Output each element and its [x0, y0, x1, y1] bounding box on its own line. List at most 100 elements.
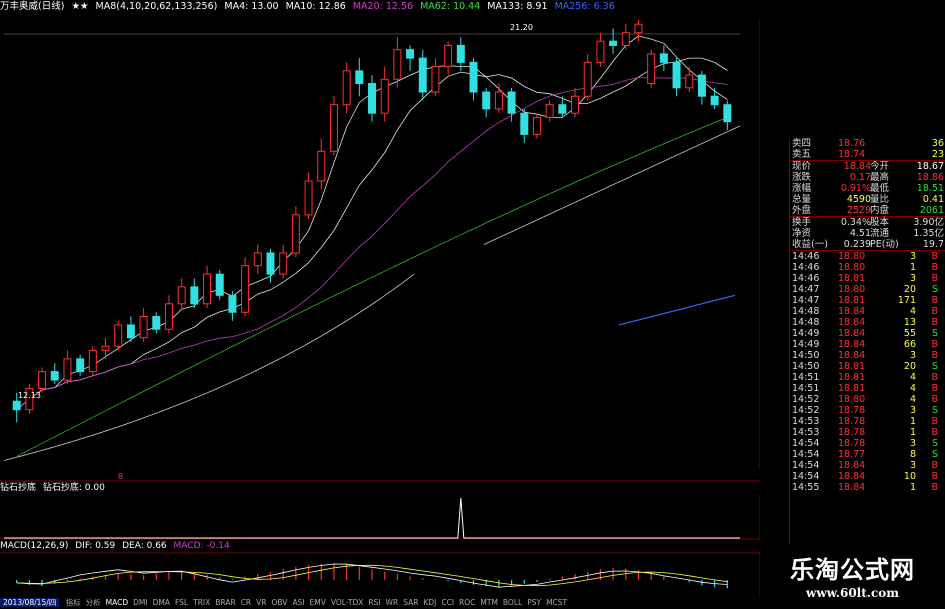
- tick-row: 14:54 18.78 3 S: [792, 438, 938, 449]
- indicator-tab-asi[interactable]: ASI: [292, 598, 304, 607]
- indicator-chart[interactable]: 1.000.500.00: [0, 494, 760, 540]
- indicator-tab-kdj[interactable]: KDJ: [423, 598, 436, 607]
- indicator-tab-cr[interactable]: CR: [241, 598, 251, 607]
- candle-body: [241, 265, 250, 313]
- indicator-tab-bar: 2013/08/15/四 指标 分析 MACD DMI DMA FSL TRIX BRAR CR…: [0, 597, 760, 609]
- stats2-row: 收益(一) 0.239 PE(动) 19.7: [792, 239, 944, 250]
- candle-body: [494, 91, 503, 110]
- tick-row: 14:52 18.80 4 B: [792, 394, 938, 405]
- macd-chart[interactable]: 0.00: [0, 552, 760, 598]
- tick-row: 14:53 18.78 1 B: [792, 416, 938, 427]
- tick-row: 14:54 18.84 3 B: [792, 460, 938, 471]
- low-price-label: 12.13: [18, 391, 41, 400]
- indicator-tab-vol-tdx[interactable]: VOL-TDX: [331, 598, 363, 607]
- candle-body: [228, 294, 237, 313]
- ma20-value: MA20: 12.56: [352, 1, 414, 12]
- candle-body: [520, 112, 529, 135]
- macd-value: MACD: -0.14: [173, 541, 230, 551]
- volume-marker: 8: [118, 472, 123, 481]
- candle-body: [279, 252, 288, 275]
- tick-row: 14:55 18.84 1 B: [792, 482, 938, 493]
- tick-row: 14:46 18.80 3 B: [792, 251, 938, 262]
- indicator-tab-mtm[interactable]: MTM: [480, 598, 498, 607]
- ma133-line: [3, 125, 741, 461]
- candle-body: [609, 40, 618, 46]
- quote-panel: 卖四 18.76 36 卖五 18.74 23 现价 18.84 今开 18.67 涨跌 0.17 最…: [789, 138, 945, 544]
- macd-grid: [0, 552, 760, 598]
- indicator-tab-brar[interactable]: BRAR: [215, 598, 235, 607]
- stats-row: 外盘 2529 内盘 2061: [792, 205, 944, 216]
- candle-body: [507, 91, 516, 114]
- candle-body: [88, 349, 97, 373]
- chart-header: 万丰奥威(日线) ★★ MA8(4,10,20,62,133,256) MA4:…: [0, 0, 760, 14]
- candle-body: [431, 66, 440, 93]
- tick-row: 14:47 18.80 20 S: [792, 284, 938, 295]
- indicator-tab-psy[interactable]: PSY: [527, 598, 541, 607]
- candle-body: [482, 91, 491, 110]
- indicator-tab-obv[interactable]: OBV: [271, 598, 287, 607]
- ma256-value: MA256: 6.36: [554, 1, 615, 12]
- indicator-tab-emv[interactable]: EMV: [310, 598, 326, 607]
- candle-body: [38, 371, 47, 390]
- indicator-tab-rsi[interactable]: RSI: [368, 598, 380, 607]
- tick-row: 14:52 18.78 3 S: [792, 405, 938, 416]
- candle-body: [723, 104, 732, 123]
- candle-body: [304, 180, 313, 216]
- trade-ticks-list: 14:46 18.80 3 B 14:46 18.80 1 B 14:46 18.81 3 B 14:4…: [790, 251, 945, 493]
- tick-row: 14:49 18.84 55 S: [792, 328, 938, 339]
- indicator-tab-wr[interactable]: WR: [386, 598, 399, 607]
- candle-body: [621, 32, 630, 46]
- indicator-tab-mcst[interactable]: MCST: [546, 598, 567, 607]
- stock-title: 万丰奥威(日线): [0, 1, 65, 12]
- macd-dif: DIF: 0.59: [75, 541, 116, 551]
- tick-row: 14:51 18.81 4 B: [792, 372, 938, 383]
- indicator-tab-分析[interactable]: 分析: [86, 598, 101, 607]
- indicator-tab-fsl[interactable]: FSL: [175, 598, 188, 607]
- candle-body: [710, 95, 719, 106]
- tick-row: 14:51 18.81 4 B: [792, 383, 938, 394]
- stats2-list: 换手 0.34% 股本 3.90亿 净资 4.51 流通 1.35亿 收益(一) 0.239 PE(…: [790, 217, 945, 250]
- candle-body: [139, 316, 148, 339]
- indicator-tab-boll[interactable]: BOLL: [503, 598, 522, 607]
- candle-body: [406, 49, 415, 59]
- indicator-tab-vr[interactable]: VR: [256, 598, 266, 607]
- indicator-tab-指标[interactable]: 指标: [66, 598, 81, 607]
- indicator-tab-dmi[interactable]: DMI: [133, 598, 147, 607]
- candle-body: [63, 358, 72, 381]
- ma256-line: [618, 294, 736, 326]
- candle-body: [685, 74, 694, 89]
- indicator-line: [4, 497, 740, 539]
- candle-body: [152, 316, 161, 330]
- high-price-label: 21.20: [510, 23, 533, 32]
- candle-body: [203, 273, 212, 305]
- indicator-header: 钻石抄底 钻石抄底: 0.00: [0, 482, 760, 494]
- stats-row: 总量 4590 量比 0.41: [792, 194, 944, 205]
- macd-bars: [16, 563, 728, 589]
- stats-row: 涨跌 0.17 最高 18.86: [792, 172, 944, 183]
- tick-row: 14:48 18.84 13 B: [792, 317, 938, 328]
- indicator-tab-sar[interactable]: SAR: [403, 598, 418, 607]
- stats2-row: 换手 0.34% 股本 3.90亿: [792, 217, 944, 228]
- candle-body: [532, 116, 541, 135]
- macd-title: MACD(12,26,9): [0, 541, 69, 551]
- tick-row: 14:49 18.84 66 B: [792, 339, 938, 350]
- indicator-tab-cci[interactable]: CCI: [441, 598, 454, 607]
- candle-body: [558, 104, 567, 114]
- indicator-tab-trix[interactable]: TRIX: [193, 598, 210, 607]
- candlestick-chart[interactable]: 21.0020.0019.0018.0017.0016.0015.0014.00…: [0, 14, 760, 482]
- candle-body: [253, 252, 262, 267]
- ma-config-label: MA8(4,10,20,62,133,256): [95, 1, 218, 12]
- ma62-line: [16, 117, 728, 457]
- stars-icon: ★★: [71, 1, 89, 12]
- indicator-tab-macd[interactable]: MACD: [106, 598, 128, 607]
- candle-body: [355, 70, 364, 85]
- candle-body: [444, 44, 453, 68]
- indicator-tab-roc[interactable]: ROC: [459, 598, 475, 607]
- candle-body: [545, 104, 554, 118]
- indicator-tab-dma[interactable]: DMA: [153, 598, 170, 607]
- candle-body: [215, 273, 224, 296]
- candle-body: [329, 104, 338, 152]
- bid-ask-row: 卖五 18.74 23: [792, 149, 944, 160]
- tick-row: 14:54 18.84 10 B: [792, 471, 938, 482]
- candle-body: [571, 95, 580, 114]
